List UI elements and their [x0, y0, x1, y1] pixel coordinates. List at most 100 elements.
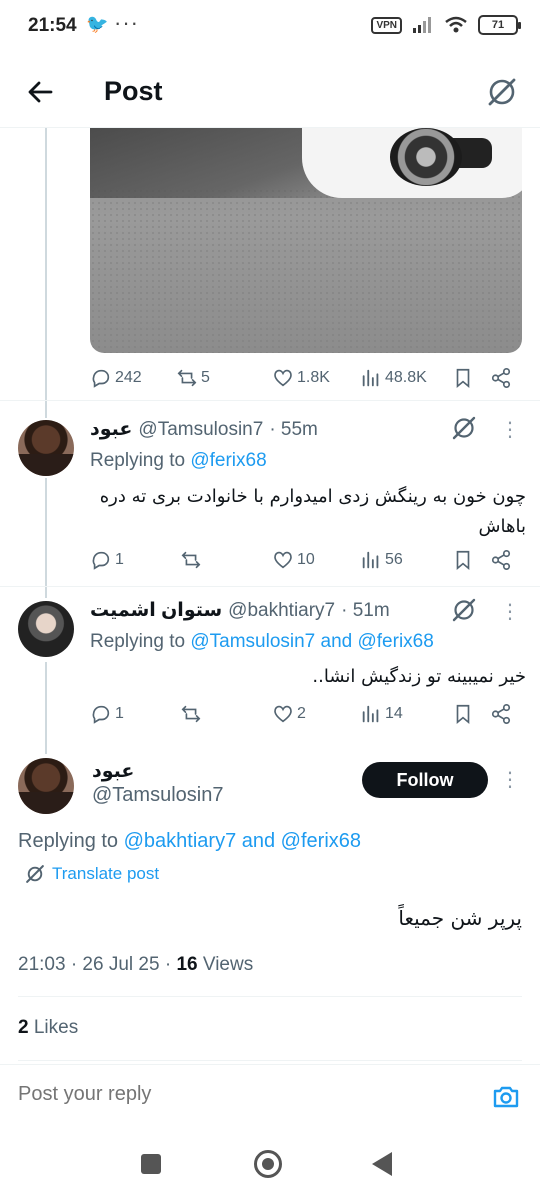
reply-author: عبود @Tamsulosin7 · 55m	[90, 418, 318, 441]
bookmark-icon	[456, 550, 470, 571]
replying-prefix: Replying to	[90, 631, 186, 652]
handle[interactable]: @Tamsulosin7	[138, 419, 263, 441]
analytics-icon	[362, 551, 379, 569]
status-time: 21:54	[28, 15, 77, 36]
views-label: Views	[202, 954, 254, 975]
repost-button[interactable]	[180, 549, 202, 571]
reply-icon	[92, 705, 110, 724]
reply-input[interactable]	[18, 1083, 458, 1106]
grok-icon[interactable]	[450, 596, 478, 624]
system-back-button[interactable]	[372, 1152, 392, 1176]
post-time: · 51m	[341, 599, 390, 621]
post-image[interactable]	[90, 128, 522, 353]
like-button[interactable]: 10	[272, 549, 315, 571]
share-button[interactable]	[490, 367, 512, 389]
reply-count: 242	[115, 369, 142, 386]
author-handle: @Tamsulosin7	[92, 784, 223, 807]
post-timestamp[interactable]: 21:03 · 26 Jul 25 ·	[18, 954, 171, 975]
home-button[interactable]	[254, 1150, 282, 1178]
likes-label: Likes	[33, 1017, 79, 1038]
views-button[interactable]: 14	[360, 703, 403, 725]
grok-icon[interactable]	[450, 414, 478, 442]
reply-icon	[92, 369, 110, 388]
more-notifications-icon: ···	[114, 10, 139, 35]
bookmark-button[interactable]	[452, 367, 474, 389]
handle[interactable]: @Tamsulosin7	[92, 784, 223, 807]
replying-to: Replying to @bakhtiary7 and @ferix68	[18, 830, 361, 853]
replying-to: Replying to @ferix68	[90, 450, 267, 472]
post-meta: 21:03 · 26 Jul 25 · 16 Views	[18, 954, 253, 976]
reply-button[interactable]: 1	[90, 703, 124, 725]
handle[interactable]: @bakhtiary7	[228, 600, 335, 622]
more-options-icon[interactable]: ⋮	[500, 598, 520, 626]
heart-icon	[274, 369, 292, 387]
reply-bar	[0, 1064, 540, 1130]
replying-to-link[interactable]: @Tamsulosin7 and @ferix68	[190, 631, 433, 652]
reply-count: 1	[115, 705, 124, 722]
translate-label: Translate post	[52, 864, 160, 883]
reply-actions: 1 10 56	[90, 546, 522, 576]
divider	[0, 400, 540, 401]
page-title: Post	[104, 76, 163, 106]
car-wheel	[390, 128, 462, 186]
replying-prefix: Replying to	[18, 830, 119, 852]
thread-line	[45, 662, 47, 754]
bookmark-button[interactable]	[452, 703, 474, 725]
avatar[interactable]	[18, 758, 74, 814]
divider	[18, 996, 522, 997]
like-count: 10	[297, 551, 315, 568]
reply-button[interactable]: 1	[90, 549, 124, 571]
vpn-badge: VPN	[371, 16, 402, 34]
repost-icon	[177, 369, 197, 387]
replying-prefix: Replying to	[90, 450, 186, 471]
reply-author: ستوان اشمیت @bakhtiary7 · 51m	[90, 599, 390, 622]
divider	[18, 1060, 522, 1061]
like-count: 1.8K	[297, 369, 330, 386]
bookmark-button[interactable]	[452, 549, 474, 571]
reply-icon	[92, 551, 110, 570]
share-button[interactable]	[490, 703, 512, 725]
bookmark-icon	[456, 704, 470, 725]
bookmark-icon	[456, 368, 470, 389]
camera-icon[interactable]	[490, 1081, 522, 1113]
like-button[interactable]: 2	[272, 703, 306, 725]
repost-button[interactable]: 5	[176, 367, 210, 389]
battery-icon: 71	[478, 15, 521, 35]
repost-icon	[181, 551, 201, 569]
replying-to-link[interactable]: @ferix68	[190, 450, 266, 471]
heart-icon	[274, 551, 292, 569]
recents-button[interactable]	[141, 1154, 161, 1174]
top-app-bar: Post	[0, 56, 540, 128]
wifi-icon	[445, 16, 467, 33]
replying-to: Replying to @Tamsulosin7 and @ferix68	[90, 631, 434, 653]
views-button[interactable]: 48.8K	[360, 367, 427, 389]
post-actions: 242 5 1.8K 48.8K	[90, 364, 522, 394]
follow-button[interactable]: Follow	[362, 762, 488, 798]
ostrich-icon: 🐦	[86, 14, 109, 34]
display-name[interactable]: عبود	[90, 418, 132, 441]
back-button[interactable]	[22, 74, 58, 110]
reply-count: 1	[115, 551, 124, 568]
more-options-icon[interactable]: ⋮	[500, 416, 520, 444]
heart-icon	[274, 705, 292, 723]
system-navigation-bar	[0, 1130, 540, 1200]
repost-button[interactable]	[180, 703, 202, 725]
avatar[interactable]	[18, 420, 74, 476]
views-button[interactable]: 56	[360, 549, 403, 571]
like-button[interactable]: 1.8K	[272, 367, 330, 389]
views-count: 48.8K	[385, 369, 427, 386]
more-options-icon[interactable]: ⋮	[500, 766, 520, 794]
repost-count: 5	[201, 369, 210, 386]
share-icon	[491, 704, 511, 724]
share-button[interactable]	[490, 549, 512, 571]
grok-icon[interactable]	[484, 74, 520, 110]
avatar[interactable]	[18, 601, 74, 657]
likes-stat[interactable]: 2 Likes	[18, 1017, 78, 1039]
asphalt-texture	[90, 188, 522, 353]
replying-to-link[interactable]: @bakhtiary7 and @ferix68	[124, 830, 361, 852]
display-name[interactable]: عبود	[92, 760, 134, 783]
translate-post-link[interactable]: Translate post	[24, 863, 159, 885]
reply-text: چون خون به رینگش زدی امیدوارم با خانوادت…	[99, 486, 526, 537]
display-name[interactable]: ستوان اشمیت	[90, 599, 222, 622]
reply-button[interactable]: 242	[90, 367, 142, 389]
